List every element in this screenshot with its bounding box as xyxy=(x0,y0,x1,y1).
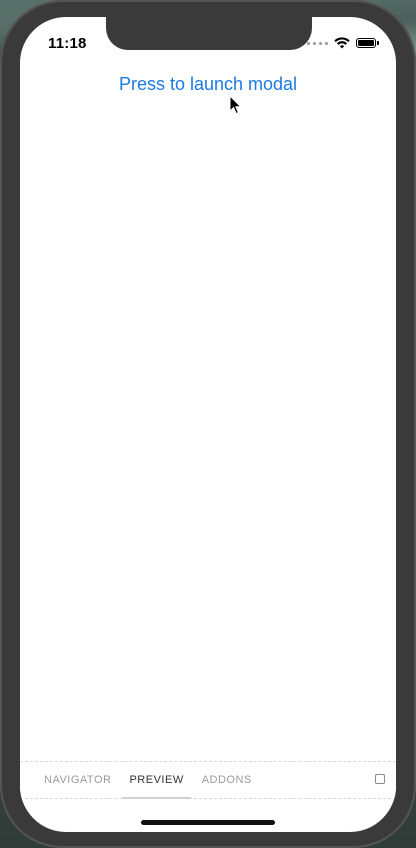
fullscreen-toggle-icon[interactable] xyxy=(375,774,385,784)
device-screen: 11:18 Press to launch modal NAVIGATOR PR… xyxy=(20,17,396,832)
launch-modal-link[interactable]: Press to launch modal xyxy=(20,74,396,95)
wifi-icon xyxy=(334,37,350,49)
addon-tabs: NAVIGATOR PREVIEW ADDONS xyxy=(35,762,261,799)
tab-navigator[interactable]: NAVIGATOR xyxy=(35,762,120,798)
battery-icon xyxy=(356,38,379,48)
battery-level xyxy=(358,40,374,46)
cellular-signal-icon xyxy=(307,41,328,45)
tab-preview[interactable]: PREVIEW xyxy=(120,762,192,799)
storybook-addon-bar: NAVIGATOR PREVIEW ADDONS xyxy=(20,761,396,799)
mouse-pointer-icon xyxy=(229,95,243,115)
tab-addons[interactable]: ADDONS xyxy=(193,762,261,798)
home-indicator[interactable] xyxy=(141,820,275,825)
iphone-frame: 11:18 Press to launch modal NAVIGATOR PR… xyxy=(0,0,416,848)
status-time: 11:18 xyxy=(48,35,87,52)
status-icons xyxy=(307,37,379,49)
device-notch xyxy=(106,17,312,50)
